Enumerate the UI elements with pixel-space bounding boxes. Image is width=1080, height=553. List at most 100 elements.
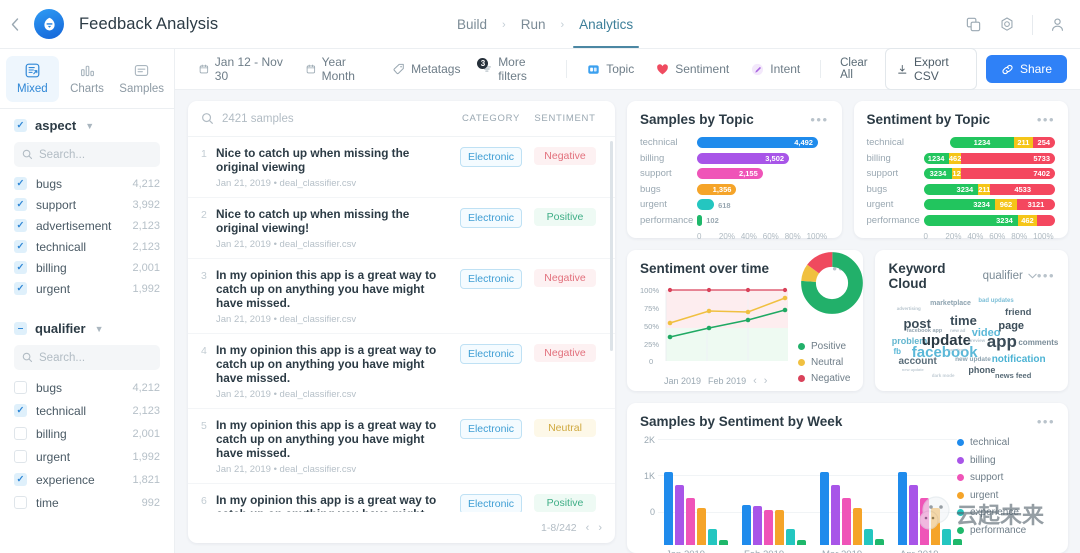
filter-item-support[interactable]: support 3,992 bbox=[14, 194, 160, 215]
bar-row[interactable]: bugs 1,356 bbox=[640, 183, 829, 196]
tab-samples[interactable]: Samples bbox=[115, 56, 168, 102]
keyword[interactable]: preview bbox=[968, 338, 985, 344]
filter-item-advertisement[interactable]: advertisement 2,123 bbox=[14, 215, 160, 236]
filter-chip-year-month[interactable]: Year Month bbox=[295, 49, 382, 90]
filter-item-bugs[interactable]: bugs 4,212 bbox=[14, 376, 160, 399]
filter-qualifier-search-input[interactable]: Search... bbox=[14, 345, 160, 370]
filter-chip-sentiment[interactable]: Sentiment bbox=[645, 49, 740, 90]
export-csv-button[interactable]: Export CSV bbox=[885, 48, 977, 90]
chevron-down-icon[interactable]: ▼ bbox=[85, 121, 94, 131]
keyword[interactable]: dark mode bbox=[932, 373, 955, 379]
table-row[interactable]: 2 Nice to catch up when missing the orig… bbox=[188, 198, 615, 259]
keyword[interactable]: time bbox=[950, 314, 977, 327]
filter-item-checkbox[interactable] bbox=[14, 198, 27, 211]
tab-mixed[interactable]: Mixed bbox=[6, 56, 59, 102]
breadcrumb-item-run[interactable]: Run bbox=[519, 17, 548, 32]
filter-item-bugs[interactable]: bugs 4,212 bbox=[14, 173, 160, 194]
legend-item-performance[interactable]: performance bbox=[957, 525, 1055, 536]
table-row[interactable]: 3 In my opinion this app is a great way … bbox=[188, 259, 615, 334]
keyword[interactable]: comments bbox=[1018, 338, 1058, 347]
bar-row[interactable]: billing 3,502 bbox=[640, 152, 829, 165]
clear-all-button[interactable]: Clear All bbox=[830, 57, 885, 81]
panel-menu-icon[interactable]: ••• bbox=[1037, 415, 1055, 428]
bar-group-mar[interactable]: Mar 2019 bbox=[820, 465, 884, 553]
filter-item-billing[interactable]: billing 2,001 bbox=[14, 257, 160, 278]
filter-aspect-search-input[interactable]: Search... bbox=[14, 142, 160, 167]
filter-group-aspect-checkbox[interactable] bbox=[14, 119, 27, 132]
keyword-cloud-selector[interactable]: qualifier bbox=[983, 270, 1037, 282]
back-button[interactable] bbox=[0, 17, 30, 31]
gear-icon[interactable] bbox=[998, 16, 1016, 34]
filter-item-checkbox[interactable] bbox=[14, 404, 27, 417]
filter-item-checkbox[interactable] bbox=[14, 450, 27, 463]
table-row[interactable]: 1 Nice to catch up when missing the orig… bbox=[188, 137, 615, 198]
pagination-next-button[interactable]: › bbox=[598, 522, 602, 534]
bar-group-apr[interactable]: Apr 2019 bbox=[898, 465, 962, 553]
filter-item-checkbox[interactable] bbox=[14, 240, 27, 253]
bar-row[interactable]: support 2,155 bbox=[640, 167, 829, 180]
legend-item-positive[interactable]: Positive bbox=[798, 341, 850, 352]
samples-scrollbar[interactable] bbox=[610, 141, 613, 351]
filter-item-time[interactable]: time 992 bbox=[14, 491, 160, 514]
keyword[interactable]: fb bbox=[893, 348, 901, 356]
filter-chip-date-range[interactable]: Jan 12 - Nov 30 bbox=[188, 49, 295, 90]
keyword[interactable]: new feed bbox=[948, 348, 965, 352]
share-button[interactable]: Share bbox=[985, 55, 1068, 83]
panel-menu-icon[interactable]: ••• bbox=[1037, 113, 1055, 126]
filter-item-technicall[interactable]: technicall 2,123 bbox=[14, 399, 160, 422]
filter-item-checkbox[interactable] bbox=[14, 282, 27, 295]
legend-item-support[interactable]: support bbox=[957, 472, 1055, 483]
bar-group-jan[interactable]: Jan 2019 bbox=[664, 465, 728, 553]
filter-group-aspect-header[interactable]: aspect ▼ bbox=[14, 118, 160, 133]
keyword[interactable]: notification bbox=[992, 355, 1046, 365]
copy-icon[interactable] bbox=[965, 16, 982, 33]
table-row[interactable]: 4 In my opinion this app is a great way … bbox=[188, 334, 615, 409]
bar-row[interactable]: urgent 618 bbox=[640, 198, 829, 211]
bar-row[interactable]: performance 102 bbox=[640, 214, 829, 227]
breadcrumb-item-analytics[interactable]: Analytics bbox=[573, 17, 640, 48]
brand-logo-icon[interactable] bbox=[34, 9, 64, 39]
keyword[interactable]: app bbox=[987, 333, 1017, 350]
legend-item-billing[interactable]: billing bbox=[957, 455, 1055, 466]
legend-item-technical[interactable]: technical bbox=[957, 437, 1055, 448]
filter-item-checkbox[interactable] bbox=[14, 177, 27, 190]
filter-item-checkbox[interactable] bbox=[14, 496, 27, 509]
filter-item-checkbox[interactable] bbox=[14, 381, 27, 394]
filter-chip-metatags[interactable]: Metatags bbox=[382, 49, 471, 90]
bar-group-feb[interactable]: Feb 2019 bbox=[742, 465, 806, 553]
filter-chip-topic[interactable]: Topic bbox=[576, 49, 645, 90]
panel-menu-icon[interactable]: ••• bbox=[1037, 269, 1055, 282]
pagination-prev-button[interactable]: ‹ bbox=[586, 522, 590, 534]
filter-chip-more-filters[interactable]: 3 More filters bbox=[471, 49, 557, 90]
filter-item-technicall[interactable]: technicall 2,123 bbox=[14, 236, 160, 257]
legend-item-negative[interactable]: Negative bbox=[798, 373, 850, 384]
keyword[interactable]: marketplace bbox=[930, 300, 971, 307]
keyword[interactable]: phone bbox=[968, 366, 995, 375]
filter-item-checkbox[interactable] bbox=[14, 427, 27, 440]
filter-item-checkbox[interactable] bbox=[14, 473, 27, 486]
filter-item-experience[interactable]: experience 1,821 bbox=[14, 468, 160, 491]
filter-group-qualifier-checkbox[interactable] bbox=[14, 322, 27, 335]
keyword[interactable]: page bbox=[998, 321, 1024, 332]
panel-menu-icon[interactable]: ••• bbox=[810, 113, 828, 126]
bar-row[interactable]: urgent 3234 962 3121 bbox=[867, 198, 1055, 211]
legend-item-experience[interactable]: experience bbox=[957, 507, 1055, 518]
tab-charts[interactable]: Charts bbox=[61, 56, 114, 102]
filter-item-urgent[interactable]: urgent 1,992 bbox=[14, 445, 160, 468]
line-chart-next-button[interactable]: › bbox=[764, 375, 768, 387]
bar-row[interactable]: support 3234 12 7402 bbox=[867, 167, 1055, 180]
bar-row[interactable]: billing 1234 462 5733 bbox=[867, 152, 1055, 165]
legend-item-neutral[interactable]: Neutral bbox=[798, 357, 850, 368]
chevron-down-icon[interactable]: ▼ bbox=[95, 324, 104, 334]
keyword[interactable]: account bbox=[898, 357, 936, 367]
keyword[interactable]: friend bbox=[1005, 308, 1031, 318]
keyword[interactable]: advertising bbox=[897, 306, 921, 312]
line-chart-prev-button[interactable]: ‹ bbox=[753, 375, 757, 387]
bar-row[interactable]: technical 4,492 bbox=[640, 136, 829, 149]
samples-search-input[interactable]: 2421 samples bbox=[222, 113, 454, 125]
filter-item-billing[interactable]: billing 2,001 bbox=[14, 422, 160, 445]
filter-chip-intent[interactable]: Intent bbox=[740, 49, 811, 90]
filter-item-urgent[interactable]: urgent 1,992 bbox=[14, 278, 160, 299]
bar-row[interactable]: technical 1234 211 254 bbox=[867, 136, 1056, 149]
bar-row[interactable]: performance 3234 462 bbox=[867, 214, 1055, 227]
